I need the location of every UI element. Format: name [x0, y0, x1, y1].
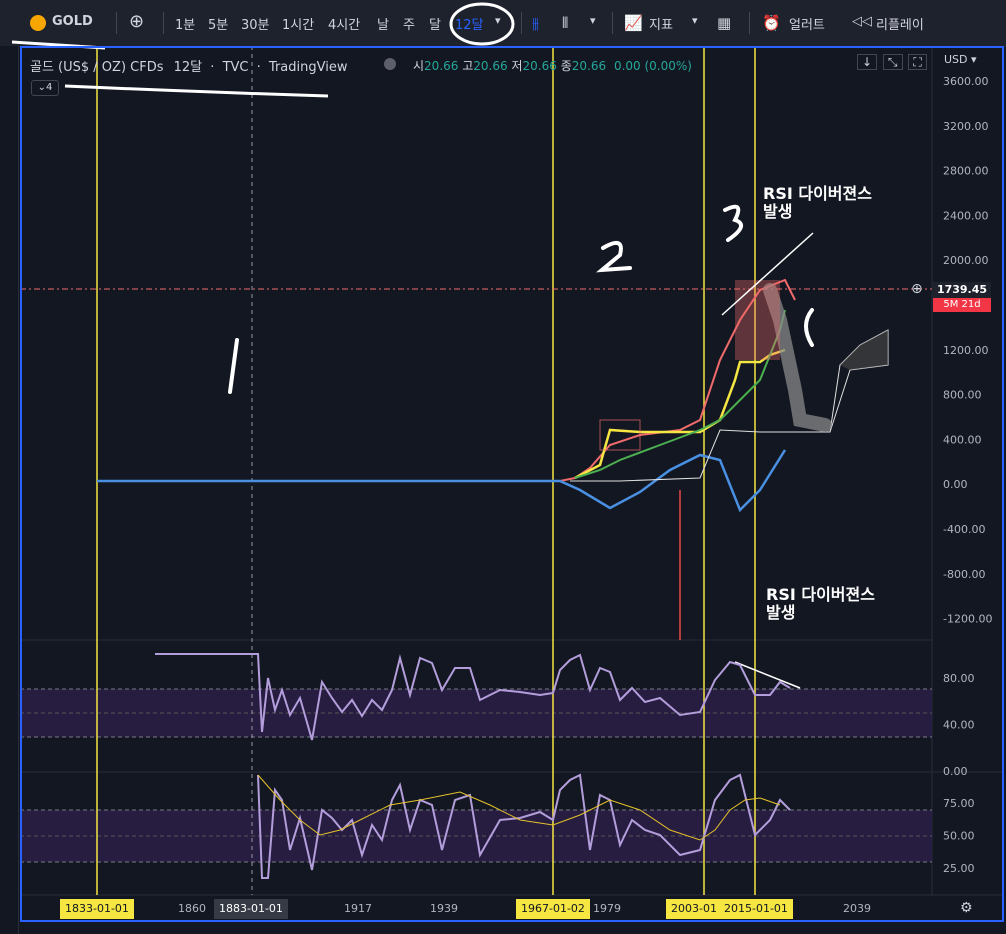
chart-frame — [20, 46, 1004, 922]
maximize-icon[interactable]: ⛶ — [908, 54, 927, 70]
date-tag-2003[interactable]: 2003-01 — [666, 899, 722, 919]
collapse-icon[interactable]: ⤡ — [882, 54, 903, 70]
market-status-icon — [384, 58, 396, 70]
annotation-rsi-divergence-top: RSI 다이버젼스 발생 — [763, 184, 872, 221]
move-down-icon[interactable]: ↓ — [857, 54, 878, 70]
date-tag-1883[interactable]: 1883-01-01 — [214, 899, 288, 919]
hand-circle-interval — [449, 2, 515, 46]
settings-gear-icon[interactable]: ⚙ — [960, 900, 973, 916]
legend-source: TVC — [222, 60, 249, 75]
legend-platform: TradingView — [268, 60, 348, 75]
date-tag-2015[interactable]: 2015-01-01 — [719, 899, 793, 919]
time-label-2039: 2039 — [843, 902, 871, 915]
time-label-1917: 1917 — [344, 902, 372, 915]
date-tag-1833[interactable]: 1833-01-01 — [60, 899, 134, 919]
chart-legend: 골드 (US$ / OZ) CFDs 12달 · TVC · TradingVi… — [30, 60, 348, 75]
time-label-1979: 1979 — [593, 902, 621, 915]
pane-controls: ↓ ⤡ ⛶ — [857, 54, 927, 70]
legend-collapse-toggle[interactable]: ⌄4 — [31, 80, 59, 96]
currency-selector[interactable]: USD ▾ — [944, 53, 977, 66]
time-label-1860: 1860 — [178, 902, 206, 915]
date-tag-1967[interactable]: 1967-01-02 — [516, 899, 590, 919]
legend-title[interactable]: 골드 (US$ / OZ) CFDs — [30, 60, 164, 75]
ohlc-values: 시20.66 고20.66 저20.66 종20.66 0.00 (0.00%) — [413, 59, 692, 73]
current-price-tag: 1739.45 — [933, 282, 991, 298]
time-label-1939: 1939 — [430, 902, 458, 915]
legend-interval: 12달 — [173, 60, 203, 75]
annotation-rsi-divergence-bottom: RSI 다이버젼스 발생 — [766, 585, 875, 622]
add-alert-plus-icon[interactable]: ⊕ — [911, 281, 923, 297]
bar-countdown-tag: 5M 21d — [933, 298, 991, 312]
